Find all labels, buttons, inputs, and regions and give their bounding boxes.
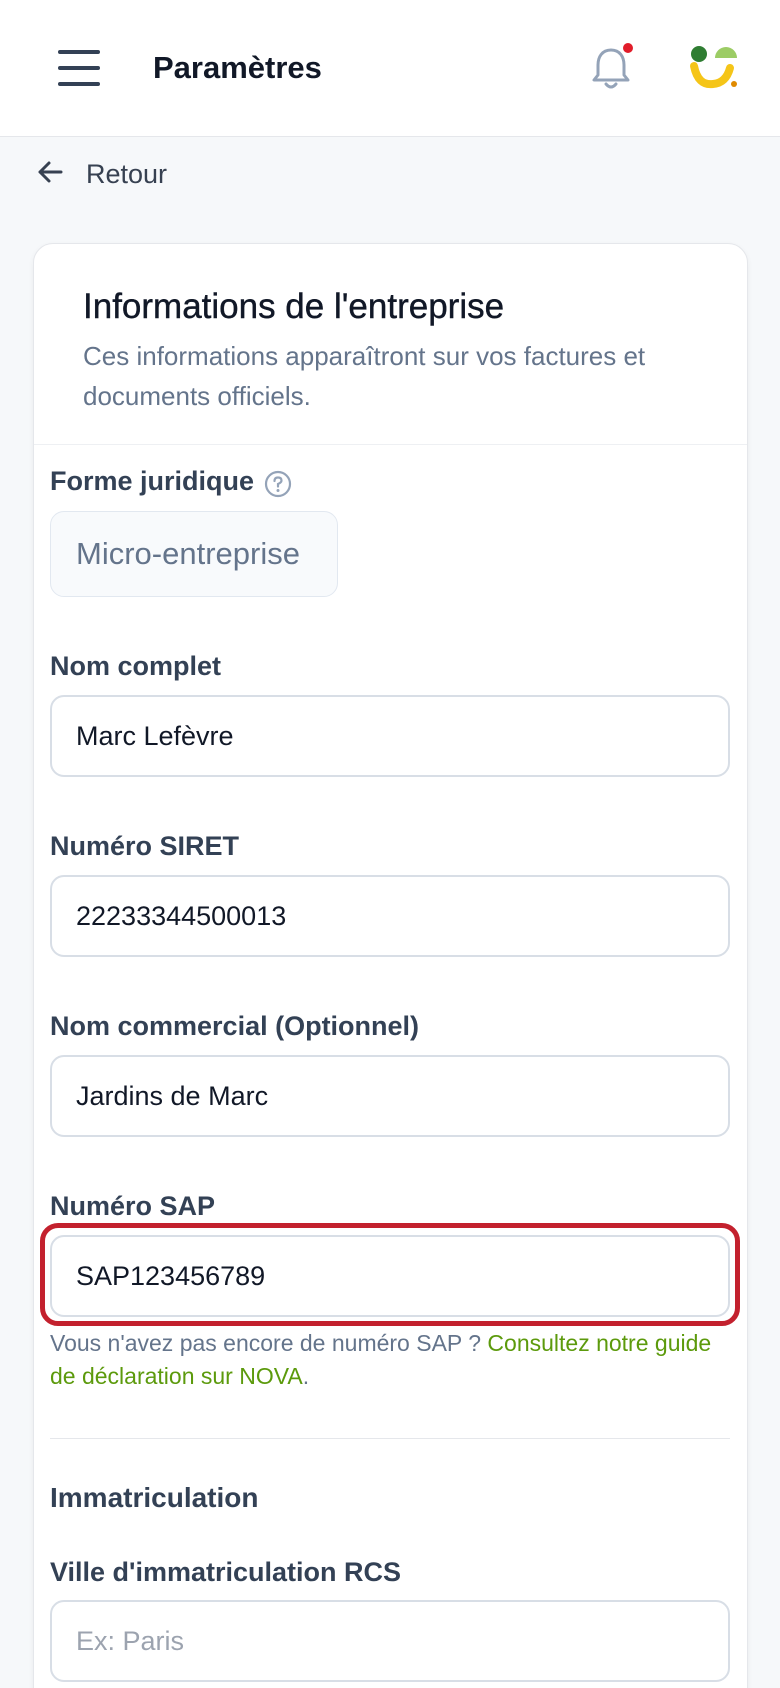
trade-name-label: Nom commercial (Optionnel) — [50, 1011, 420, 1041]
sap-hint-text: Vous n'avez pas encore de numéro SAP ? — [50, 1330, 488, 1356]
brand-logo-icon[interactable] — [686, 44, 740, 92]
full-name-input[interactable] — [50, 695, 730, 777]
sap-number-input[interactable] — [50, 1235, 730, 1317]
page-title: Paramètres — [153, 50, 322, 85]
card-header: Informations de l'entreprise Ces informa… — [34, 244, 747, 445]
top-bar: Paramètres — [0, 0, 780, 137]
registration-section-title: Immatriculation — [50, 1482, 259, 1513]
question-circle-icon[interactable] — [264, 470, 292, 498]
sap-hint: Vous n'avez pas encore de numéro SAP ? C… — [50, 1327, 740, 1393]
back-label: Retour — [86, 158, 168, 189]
arrow-left-icon — [36, 158, 64, 191]
siret-input[interactable] — [50, 875, 730, 957]
sap-hint-end: . — [302, 1363, 310, 1389]
card-subtitle: Ces informations apparaîtront sur vos fa… — [83, 341, 646, 411]
section-divider — [50, 1438, 730, 1439]
rcs-city-input[interactable] — [50, 1600, 730, 1682]
siret-label: Numéro SIRET — [50, 831, 240, 861]
card-title: Informations de l'entreprise — [83, 287, 505, 326]
company-info-card: Informations de l'entreprise Ces informa… — [33, 243, 748, 1688]
back-link[interactable]: Retour — [36, 154, 167, 194]
sap-number-label: Numéro SAP — [50, 1191, 216, 1221]
full-name-label: Nom complet — [50, 651, 222, 681]
legal-form-label: Forme juridique — [50, 466, 255, 496]
hamburger-menu-icon[interactable] — [58, 50, 100, 86]
rcs-city-label: Ville d'immatriculation RCS — [50, 1557, 401, 1587]
trade-name-input[interactable] — [50, 1055, 730, 1137]
legal-form-value: Micro-entreprise — [50, 511, 338, 597]
notification-badge — [622, 42, 634, 54]
